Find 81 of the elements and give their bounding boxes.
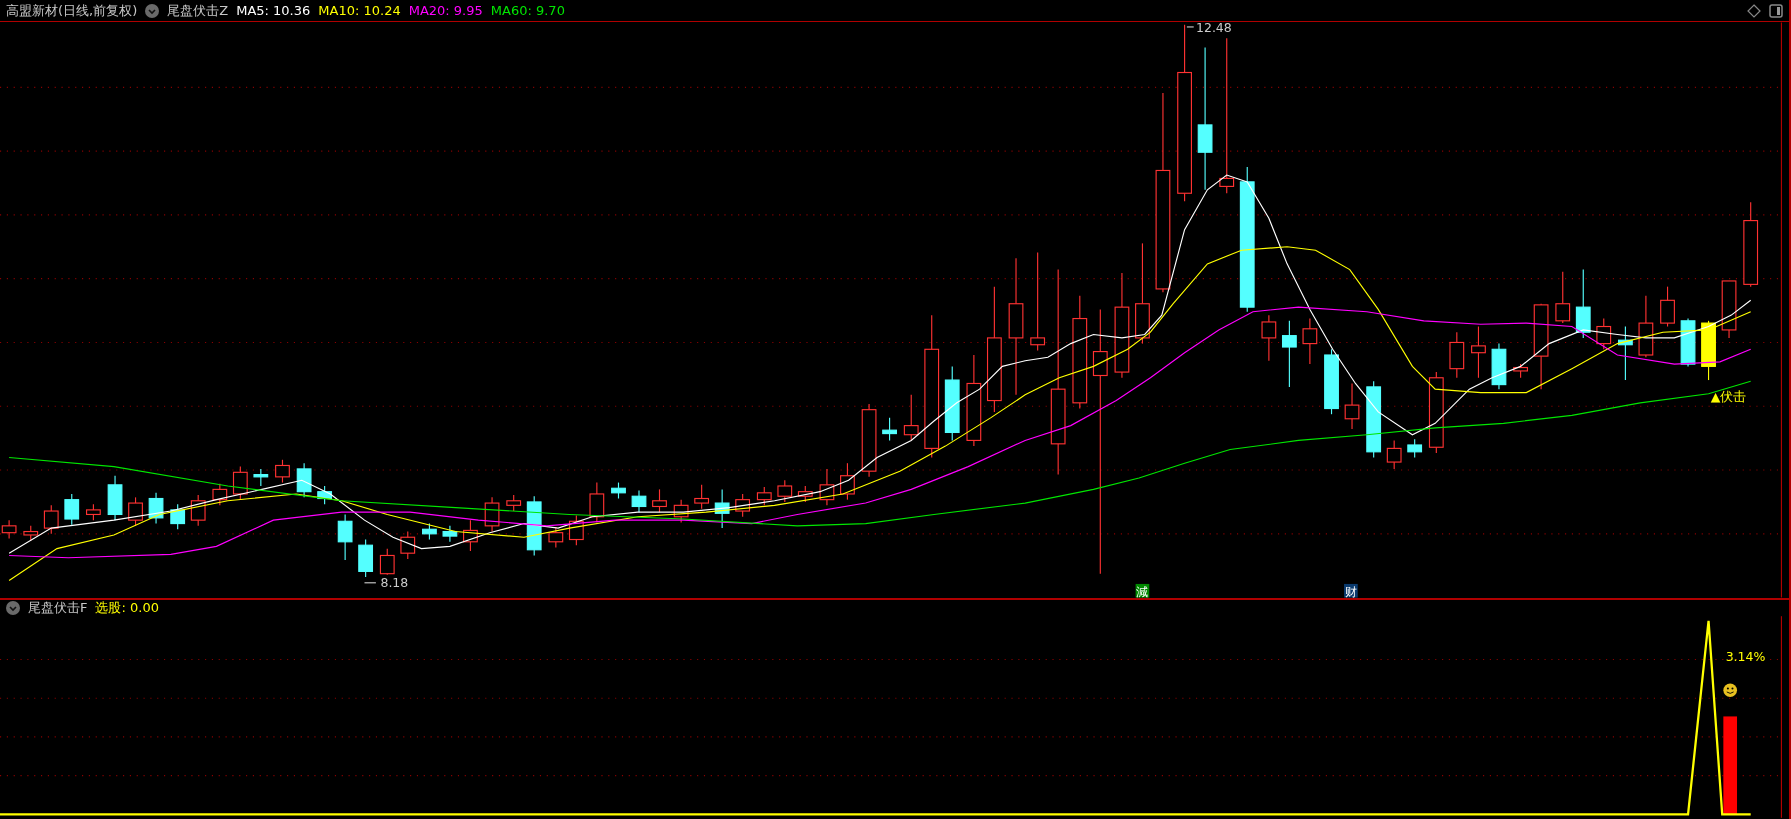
candlestick <box>170 503 186 530</box>
candlestick <box>212 483 228 506</box>
moving-average-value: MA60: 9.70 <box>490 3 565 18</box>
candlestick <box>1282 320 1297 388</box>
moving-average-value: MA10: 10.24 <box>318 3 401 18</box>
candlestick <box>1344 382 1360 430</box>
candlestick <box>1407 438 1423 459</box>
high-price-label: 12.48 <box>1186 22 1232 35</box>
candlestick <box>1324 348 1339 415</box>
candlestick <box>1449 331 1465 379</box>
candlestick <box>1680 317 1696 367</box>
candlestick <box>526 495 542 557</box>
candlestick <box>1491 343 1507 390</box>
candlestick <box>232 466 248 501</box>
candlestick <box>1638 295 1654 358</box>
candlestick <box>777 479 793 503</box>
candlestick <box>1660 286 1675 328</box>
diamond-icon[interactable] <box>1747 3 1761 18</box>
percent-label: 3.14% <box>1725 648 1766 664</box>
candlestick <box>673 499 689 523</box>
low-price-label: 8.18 <box>363 575 409 591</box>
candlestick <box>589 482 605 523</box>
candlestick <box>840 462 855 501</box>
candlestick <box>337 513 353 561</box>
signal-label: ▲伏击 <box>1710 388 1747 404</box>
smiley-icon <box>1723 683 1737 698</box>
candlestick <box>631 489 647 513</box>
candlestick <box>64 493 80 526</box>
panel-toggle-icon[interactable] <box>1769 3 1783 18</box>
moving-average-value: MA20: 9.95 <box>408 3 483 18</box>
candlestick <box>484 496 500 533</box>
candlestick <box>1471 325 1486 379</box>
event-marker[interactable]: 減 <box>1135 583 1150 598</box>
candlestick <box>756 486 772 506</box>
candlestick <box>463 519 478 552</box>
candlestick <box>107 475 123 521</box>
event-marker[interactable]: 财 <box>1344 583 1358 598</box>
candlestick <box>128 496 143 527</box>
candlestick <box>903 394 919 441</box>
indicator-name: 尾盘伏击F <box>28 599 88 617</box>
candlestick <box>882 417 897 441</box>
candlestick <box>23 525 39 542</box>
candlestick <box>694 484 710 510</box>
candlestick <box>253 468 269 487</box>
stock-title: 高盟新材(日线,前复权) <box>6 1 138 20</box>
candlestick <box>1701 320 1716 381</box>
candlestick <box>819 468 835 506</box>
candlestick <box>43 504 59 535</box>
candlestick <box>422 523 437 541</box>
indicator-name: 尾盘伏击Z <box>167 1 229 20</box>
candlestick <box>797 485 813 503</box>
candlestick <box>548 526 564 549</box>
candlestick <box>296 462 312 498</box>
candlestick <box>379 548 395 576</box>
candlestick <box>735 493 751 518</box>
chevron-down-icon[interactable] <box>145 3 160 18</box>
candlestick <box>317 485 333 505</box>
candlestick <box>1302 317 1318 365</box>
candlestick <box>1555 271 1571 324</box>
candlestick <box>358 538 374 578</box>
candlestick <box>1386 439 1402 470</box>
candlestick <box>1596 317 1612 350</box>
candlestick <box>442 525 458 543</box>
candlestick <box>190 494 206 527</box>
candlestick <box>1618 325 1633 381</box>
candlestick <box>714 488 730 529</box>
moving-average-value: MA5: 10.36 <box>236 3 311 18</box>
candlestick <box>1513 363 1528 379</box>
indicator-value: 选股: 0.00 <box>95 599 159 617</box>
candlestick <box>86 503 101 521</box>
candlestick <box>1721 280 1737 339</box>
chevron-down-icon[interactable] <box>6 601 20 615</box>
candlestick <box>400 530 416 560</box>
candlestick <box>1575 269 1591 339</box>
candlestick <box>652 488 667 513</box>
candlestick <box>275 459 290 484</box>
candlestick <box>506 494 522 512</box>
candlestick <box>1261 314 1277 362</box>
candlestick <box>611 482 626 500</box>
candlestick <box>148 492 164 525</box>
candlestick <box>568 515 584 546</box>
